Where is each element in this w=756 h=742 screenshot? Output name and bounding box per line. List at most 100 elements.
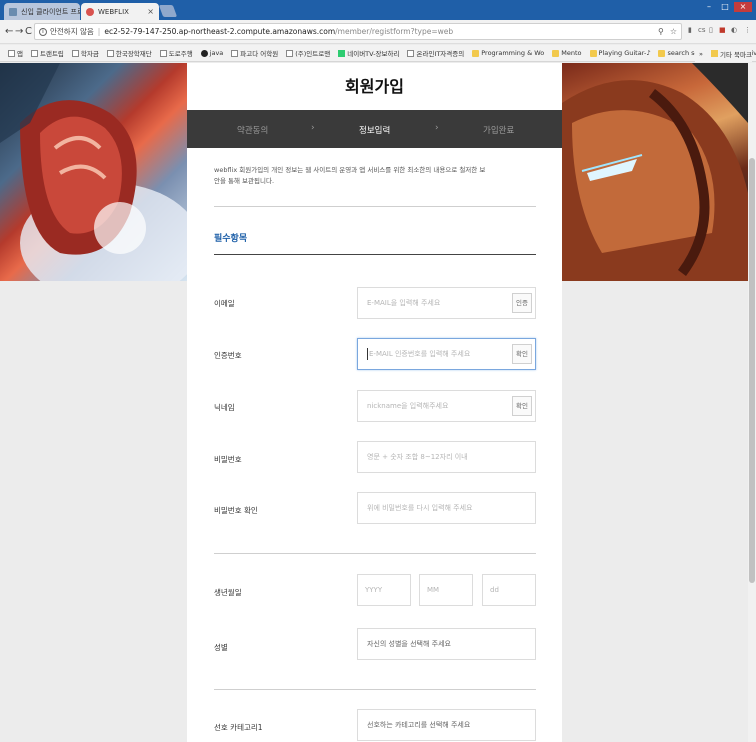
zoom-icon[interactable]: ⚲ (658, 27, 664, 36)
bookmark-item[interactable]: Programming & Wo (468, 49, 548, 57)
nickname-placeholder: nickname을 입력해주세요 (367, 402, 449, 410)
bookmark-icon (71, 49, 79, 57)
browser-toolbar: ← → C i 안전하지 않음 | ec2-52-79-147-250.ap-n… (0, 20, 756, 44)
bookmark-icon (338, 49, 346, 57)
bookmark-icon (200, 49, 208, 57)
extension-icon[interactable]: cs (698, 26, 706, 34)
reload-icon[interactable]: C (25, 26, 32, 37)
nickname-label: 닉네임 (214, 403, 235, 412)
signup-card: 회원가입 약관동의 › 정보입력 › 가입완료 webflix 회원가입의 개인… (187, 63, 562, 742)
birth-day-field[interactable]: dd (482, 574, 536, 606)
step-terms: 약관동의 (237, 126, 269, 136)
bookmark-item[interactable]: 파고다 어학원 (227, 48, 282, 58)
new-tab-button[interactable] (158, 5, 178, 17)
email-field[interactable]: E-MAIL을 입력해 주세요 인증 (357, 287, 536, 319)
maximize-icon[interactable]: □ (718, 2, 732, 12)
scrollbar-thumb[interactable] (749, 158, 755, 583)
bookmark-item[interactable]: 트랜트립 (27, 48, 68, 58)
browser-tab-strip: 신입 클라이언트 프로그 × WEBFLIX × – □ × (0, 0, 756, 20)
star-icon[interactable]: ☆ (670, 27, 677, 36)
window-close-icon[interactable]: × (734, 2, 752, 12)
back-arrow-icon[interactable]: ← (5, 26, 13, 37)
bookmark-label: java (209, 49, 224, 57)
extension-icon[interactable]: ◐ (731, 26, 737, 34)
page-scrollbar[interactable] (748, 63, 756, 742)
bookmark-item[interactable]: Playing Guitar-♪ (586, 49, 655, 57)
window-controls: – □ × (702, 2, 752, 12)
verification-code-field[interactable]: E-MAIL 인증번호를 입력해 주세요 확인 (357, 338, 536, 370)
bookmark-item[interactable]: 네이버TV-장보하리 (334, 48, 403, 58)
code-placeholder: E-MAIL 인증번호를 입력해 주세요 (369, 350, 471, 358)
folder-icon (552, 49, 560, 57)
bookmark-label: 앱 (17, 50, 23, 58)
bookmark-label: Mento (561, 49, 582, 57)
insecure-label: 안전하지 않음 (50, 27, 94, 36)
adblock-icon[interactable]: ■ (719, 26, 726, 34)
menu-dots-icon[interactable]: ⋮ (744, 26, 751, 34)
extension-icon[interactable]: ▮ (688, 26, 692, 34)
bookmark-item[interactable]: 앱 (4, 48, 27, 58)
info-icon[interactable]: i (39, 27, 47, 36)
bookmark-label: 트랜트립 (39, 50, 64, 58)
birth-year-field[interactable]: YYYY (357, 574, 411, 606)
chevron-right-icon: › (435, 123, 439, 133)
bookmark-item[interactable]: 온라인IT자격증의 (403, 48, 468, 58)
bookmark-icon (159, 49, 167, 57)
email-verify-button[interactable]: 인증 (512, 293, 532, 313)
birth-month-field[interactable]: MM (419, 574, 473, 606)
hero-image-left (0, 63, 187, 281)
password-field[interactable]: 영문 + 숫자 조합 8~12자리 이내 (357, 441, 536, 473)
nickname-check-button[interactable]: 확인 (512, 396, 532, 416)
address-bar[interactable]: i 안전하지 않음 | ec2-52-79-147-250.ap-northea… (34, 23, 682, 40)
bookmark-label: 온라인IT자격증의 (416, 50, 465, 58)
bookmarks-more-icon[interactable]: » (699, 50, 703, 58)
bookmark-item[interactable]: 한국장학재단 (103, 48, 156, 58)
code-confirm-button[interactable]: 확인 (512, 344, 532, 364)
bookmark-label: Playing Guitar-♪ (598, 49, 651, 57)
birth-year-placeholder: YYYY (365, 586, 383, 594)
gender-placeholder: 자신의 성별을 선택해 주세요 (367, 640, 451, 648)
folder-icon (589, 49, 597, 57)
url-path: /member/registform?type=web (335, 27, 454, 36)
other-bookmarks[interactable]: 기타 북마크 (720, 49, 752, 59)
folder-icon (472, 49, 480, 57)
bookmark-item[interactable]: (주)인트로맨 (282, 48, 334, 58)
birth-month-placeholder: MM (427, 586, 440, 594)
email-label: 이메일 (214, 299, 235, 308)
bookmark-icon (231, 49, 239, 57)
extension-icon[interactable]: ▯ (709, 26, 713, 34)
bookmark-item[interactable]: 학자금 (68, 48, 103, 58)
folder-icon (658, 49, 666, 57)
forward-arrow-icon[interactable]: → (15, 26, 23, 37)
bookmark-item[interactable]: java (197, 49, 228, 57)
bookmark-label: (주)인트로맨 (295, 50, 331, 58)
category-select[interactable]: 선호하는 카테고리를 선택해 주세요 (357, 709, 536, 741)
password-confirm-field[interactable]: 위에 비밀번호를 다시 입력해 주세요 (357, 492, 536, 524)
divider (214, 206, 536, 207)
tab-inactive[interactable]: 신입 클라이언트 프로그 × (4, 3, 80, 20)
bookmark-item[interactable]: Mento (548, 49, 585, 57)
tab-label: 신입 클라이언트 프로그 (21, 7, 80, 16)
chevron-right-icon: › (311, 123, 315, 133)
nickname-field[interactable]: nickname을 입력해주세요 확인 (357, 390, 536, 422)
password-label: 비밀번호 (214, 455, 242, 464)
bookmark-icon (286, 49, 294, 57)
bookmark-item[interactable]: 도로주행 (156, 48, 197, 58)
step-info-current: 정보입력 (359, 126, 391, 136)
bookmark-label: 파고다 어학원 (240, 50, 279, 58)
signup-steps: 약관동의 › 정보입력 › 가입완료 (187, 110, 562, 148)
tab-active[interactable]: WEBFLIX × (81, 3, 159, 20)
bookmarks-overflow: » 기타 북마크 (695, 45, 752, 62)
bookmark-icon (407, 49, 415, 57)
minimize-icon[interactable]: – (702, 2, 716, 12)
webflix-favicon-icon (86, 7, 94, 16)
step-complete: 가입완료 (483, 126, 515, 136)
omnibox-icons: ⚲ ☆ (658, 27, 677, 36)
tab-close-icon[interactable]: × (144, 7, 154, 16)
bookmark-label: Programming & Wo (481, 49, 545, 57)
page-title: 회원가입 (345, 77, 404, 96)
gender-select[interactable]: 자신의 성별을 선택해 주세요 (357, 628, 536, 660)
url-host: ec2-52-79-147-250.ap-northeast-2.compute… (104, 27, 336, 36)
bookmark-icon (106, 49, 114, 57)
birth-day-placeholder: dd (490, 586, 499, 594)
